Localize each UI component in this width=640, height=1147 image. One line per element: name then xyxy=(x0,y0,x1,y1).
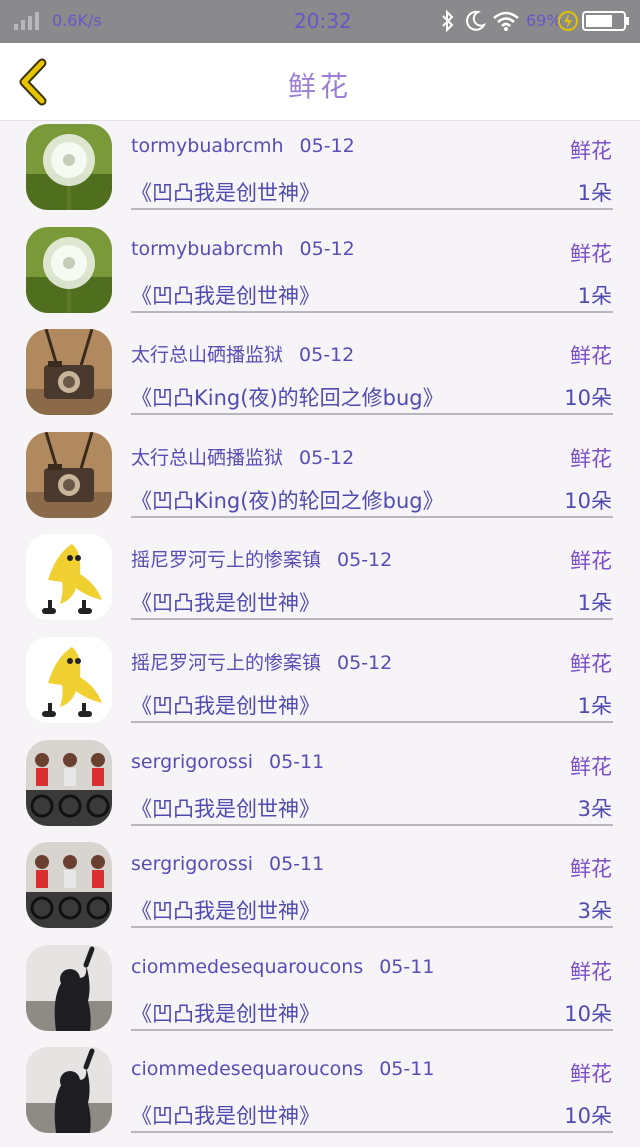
gift-type: 鲜花 xyxy=(570,344,612,369)
book-title: 《凹凸King(夜)的轮回之修bug》 xyxy=(131,386,444,411)
username: tormybuabrcmh xyxy=(131,135,284,157)
gift-type: 鲜花 xyxy=(570,857,612,882)
date: 05-12 xyxy=(299,237,355,260)
gift-list: tormybuabrcmh 05-12 《凹凸我是创世神》 鲜花 1朵 tormy… xyxy=(0,121,640,1147)
avatar[interactable] xyxy=(26,124,112,210)
divider xyxy=(131,208,613,210)
divider xyxy=(131,1028,613,1031)
gift-count: 3朵 xyxy=(577,796,612,821)
gift-count: 10朵 xyxy=(564,1104,612,1129)
gift-count: 1朵 xyxy=(577,283,612,308)
date: 05-12 xyxy=(337,549,393,572)
list-item[interactable]: 太行总山硒播监狱 05-12 《凹凸King(夜)的轮回之修bug》 鲜花 10朵 xyxy=(0,326,640,429)
charging-icon xyxy=(558,11,578,31)
gift-type: 鲜花 xyxy=(570,651,612,676)
gift-count: 10朵 xyxy=(564,386,612,411)
book-title: 《凹凸我是创世神》 xyxy=(131,1001,320,1026)
list-item[interactable]: tormybuabrcmh 05-12 《凹凸我是创世神》 鲜花 1朵 xyxy=(0,224,640,327)
list-item[interactable]: 摇尼罗河亏上的惨案镇 05-12 《凹凸我是创世神》 鲜花 1朵 xyxy=(0,634,640,737)
book-title: 《凹凸我是创世神》 xyxy=(131,591,320,616)
avatar[interactable] xyxy=(26,944,112,1031)
status-bar: 0.6K/s 20:32 69% xyxy=(0,0,640,43)
divider xyxy=(131,926,613,929)
book-title: 《凹凸我是创世神》 xyxy=(131,796,320,821)
gift-type: 鲜花 xyxy=(570,446,612,471)
username: tormybuabrcmh xyxy=(131,237,284,260)
gift-count: 10朵 xyxy=(564,1001,612,1026)
username: 太行总山硒播监狱 xyxy=(131,344,284,367)
date: 05-12 xyxy=(299,344,355,367)
divider xyxy=(131,515,613,518)
username: sergrigorossi xyxy=(131,853,253,876)
moon-icon xyxy=(466,10,486,31)
list-item[interactable]: 摇尼罗河亏上的惨案镇 05-12 《凹凸我是创世神》 鲜花 1朵 xyxy=(0,531,640,634)
avatar[interactable] xyxy=(26,636,112,723)
gift-type: 鲜花 xyxy=(570,959,612,984)
date: 05-11 xyxy=(269,853,325,876)
network-speed: 0.6K/s xyxy=(52,11,102,30)
username: sergrigorossi xyxy=(131,750,253,773)
list-item[interactable]: sergrigorossi 05-11 《凹凸我是创世神》 鲜花 3朵 xyxy=(0,839,640,942)
divider xyxy=(131,618,613,621)
list-item[interactable]: ciommedesequaroucons 05-11 《凹凸我是创世神》 鲜花 1… xyxy=(0,942,640,1045)
gift-type: 鲜花 xyxy=(570,1062,612,1087)
date: 05-11 xyxy=(379,955,435,978)
book-title: 《凹凸King(夜)的轮回之修bug》 xyxy=(131,488,444,513)
username: ciommedesequaroucons xyxy=(131,955,364,978)
avatar[interactable] xyxy=(26,739,112,826)
bluetooth-icon xyxy=(442,10,454,32)
list-item[interactable]: tormybuabrcmh 05-12 《凹凸我是创世神》 鲜花 1朵 xyxy=(0,121,640,224)
avatar[interactable] xyxy=(26,842,112,929)
app-header: 鲜花 xyxy=(0,43,640,121)
divider xyxy=(131,413,613,416)
username: 摇尼罗河亏上的惨案镇 xyxy=(131,651,322,674)
book-title: 《凹凸我是创世神》 xyxy=(131,693,320,718)
battery-icon xyxy=(582,11,629,31)
book-title: 《凹凸我是创世神》 xyxy=(131,181,320,205)
avatar[interactable] xyxy=(26,431,112,518)
book-title: 《凹凸我是创世神》 xyxy=(131,283,320,308)
date: 05-12 xyxy=(299,135,355,157)
gift-count: 1朵 xyxy=(577,693,612,718)
avatar[interactable] xyxy=(26,329,112,416)
list-item[interactable]: ciommedesequaroucons 05-11 《凹凸我是创世神》 鲜花 1… xyxy=(0,1044,640,1147)
gift-count: 1朵 xyxy=(577,591,612,616)
page-title: 鲜花 xyxy=(287,70,352,103)
date: 05-11 xyxy=(269,750,325,773)
date: 05-11 xyxy=(379,1058,435,1081)
date: 05-12 xyxy=(299,446,355,469)
divider xyxy=(131,720,613,723)
username: ciommedesequaroucons xyxy=(131,1058,364,1081)
gift-count: 1朵 xyxy=(577,181,612,205)
gift-type: 鲜花 xyxy=(570,139,612,163)
book-title: 《凹凸我是创世神》 xyxy=(131,899,320,924)
list-item[interactable]: sergrigorossi 05-11 《凹凸我是创世神》 鲜花 3朵 xyxy=(0,737,640,840)
username: 太行总山硒播监狱 xyxy=(131,446,284,469)
list-item[interactable]: 太行总山硒播监狱 05-12 《凹凸King(夜)的轮回之修bug》 鲜花 10朵 xyxy=(0,429,640,532)
avatar[interactable] xyxy=(26,534,112,621)
avatar[interactable] xyxy=(26,226,112,313)
gift-type: 鲜花 xyxy=(570,549,612,574)
divider xyxy=(131,310,613,313)
gift-count: 3朵 xyxy=(577,899,612,924)
signal-icon xyxy=(14,12,39,30)
clock: 20:32 xyxy=(294,9,352,33)
gift-count: 10朵 xyxy=(564,488,612,513)
username: 摇尼罗河亏上的惨案镇 xyxy=(131,549,322,572)
gift-type: 鲜花 xyxy=(570,754,612,779)
battery-percent: 69% xyxy=(526,11,562,30)
divider xyxy=(131,823,613,826)
gift-type: 鲜花 xyxy=(570,241,612,266)
wifi-icon xyxy=(493,11,519,31)
date: 05-12 xyxy=(337,651,393,674)
avatar[interactable] xyxy=(26,1047,112,1134)
book-title: 《凹凸我是创世神》 xyxy=(131,1104,320,1129)
divider xyxy=(131,1131,613,1134)
